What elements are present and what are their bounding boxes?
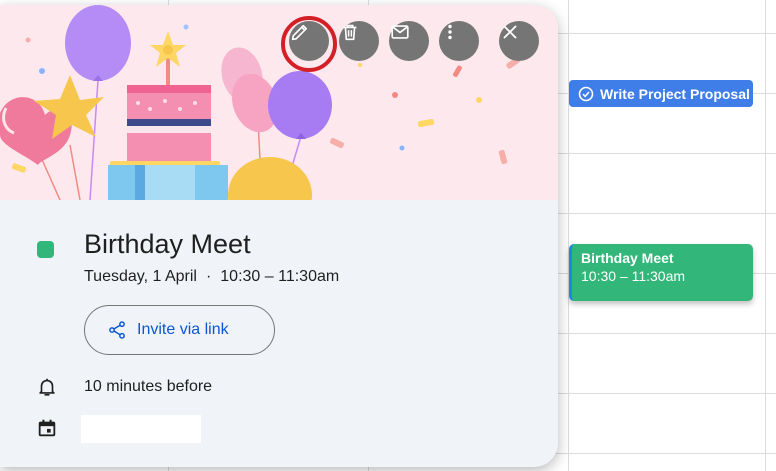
invite-button-label: Invite via link (137, 321, 229, 338)
event-chip-birthday-meet[interactable]: Birthday Meet 10:30 – 11:30am (569, 244, 753, 301)
share-icon (109, 321, 125, 339)
trash-icon (343, 24, 357, 41)
datetime-separator: · (205, 268, 212, 285)
invite-via-link-button[interactable]: Invite via link (84, 305, 275, 355)
edit-button-highlight (281, 16, 337, 72)
calendar-icon (38, 419, 56, 437)
delete-event-button[interactable] (339, 21, 379, 61)
email-guests-button[interactable] (389, 21, 429, 61)
event-details-popup: Birthday Meet Tuesday, 1 April · 10:30 – 1… (0, 5, 558, 467)
birthday-banner-image (0, 5, 558, 200)
event-color-indicator (37, 241, 54, 258)
task-chip-write-project-proposal[interactable]: Write Project Proposal (569, 80, 753, 107)
task-check-icon (578, 86, 594, 101)
event-date: Tuesday, 1 April (84, 268, 197, 285)
calendar-name (81, 415, 201, 443)
more-options-button[interactable] (439, 21, 479, 61)
close-icon (503, 25, 517, 39)
close-popup-button[interactable] (499, 21, 539, 61)
mail-icon (391, 25, 409, 39)
event-chip-time: 10:30 – 11:30am (581, 268, 686, 284)
event-datetime: Tuesday, 1 April · 10:30 – 11:30am (84, 267, 339, 287)
event-time: 10:30 – 11:30am (220, 268, 340, 285)
bell-icon (39, 378, 55, 396)
task-chip-label: Write Project Proposal (600, 85, 750, 102)
reminder-text: 10 minutes before (84, 378, 213, 395)
more-vert-icon (448, 24, 452, 40)
event-title: Birthday Meet (84, 229, 251, 259)
event-chip-title: Birthday Meet (581, 250, 674, 266)
